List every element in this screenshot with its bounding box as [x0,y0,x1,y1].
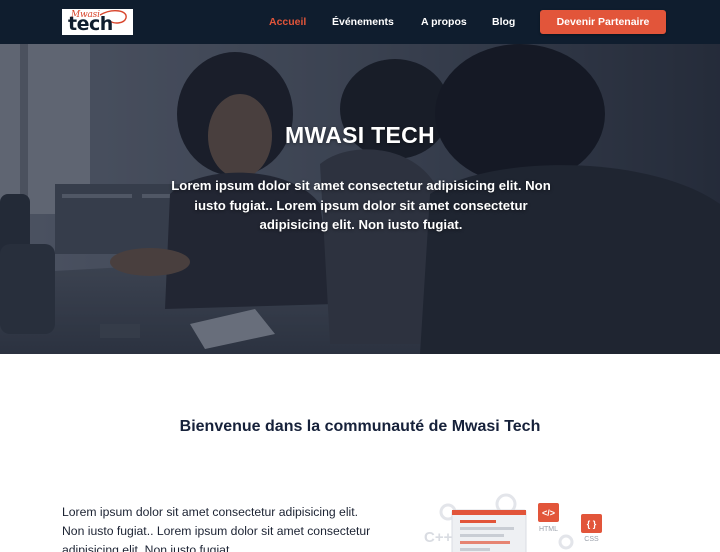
welcome-intro-text: Lorem ipsum dolor sit amet consectetur a… [62,505,371,552]
illus-code-badge: </> [542,508,555,518]
hero-section: MWASI TECH Lorem ipsum dolor sit amet co… [0,44,720,354]
brand-logo[interactable]: Mwasi tech [62,9,133,35]
coding-illustration: C++ </> HTML { } CSS [388,490,638,552]
hero-description: Lorem ipsum dolor sit amet consectetur a… [171,178,551,232]
navbar: Mwasi tech Accueil Événements A propos B… [0,0,720,44]
logo-main-text: tech [68,13,113,35]
nav-link-accueil[interactable]: Accueil [269,16,306,28]
nav-link-evenements[interactable]: Événements [332,16,394,28]
illus-cpp-label: C++ [424,529,453,546]
become-partner-button[interactable]: Devenir Partenaire [540,10,666,34]
illus-css-label: CSS [584,536,599,543]
illus-brace-badge: { } [587,519,597,529]
hero-title: MWASI TECH [285,122,435,148]
illus-html-label: HTML [539,526,558,533]
welcome-heading: Bienvenue dans la communauté de Mwasi Te… [179,418,541,435]
nav-link-blog[interactable]: Blog [492,16,515,28]
nav-link-a-propos[interactable]: A propos [421,16,467,28]
